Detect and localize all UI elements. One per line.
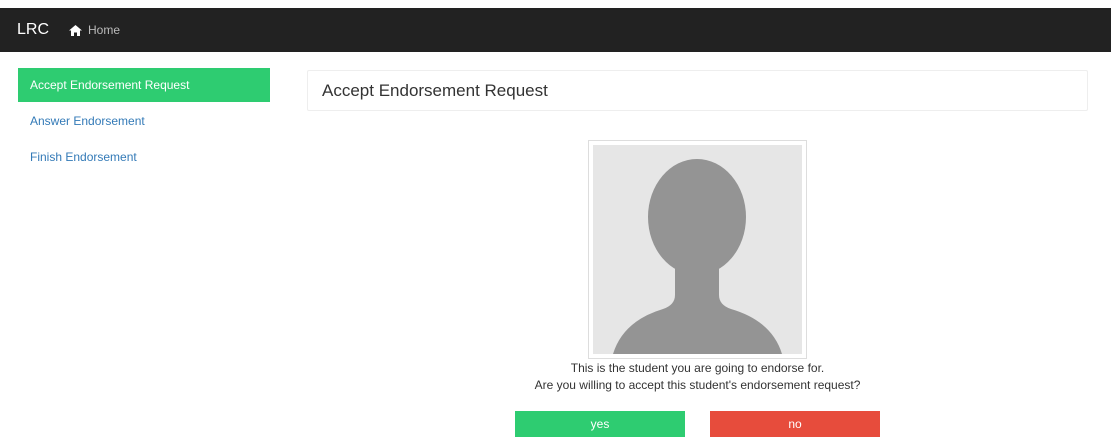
- caption-question: Are you willing to accept this student's…: [534, 378, 861, 392]
- sidebar-item-accept-endorsement-request[interactable]: Accept Endorsement Request: [18, 68, 270, 102]
- sidebar: Accept Endorsement Request Answer Endors…: [18, 68, 270, 176]
- caption-student-info: This is the student you are going to end…: [570, 361, 825, 375]
- top-navbar: LRC Home: [0, 8, 1111, 52]
- home-label: Home: [88, 23, 121, 37]
- student-avatar: [588, 140, 807, 359]
- user-silhouette-icon: [593, 145, 802, 354]
- home-link[interactable]: Home: [69, 23, 120, 37]
- sidebar-item-answer-endorsement[interactable]: Answer Endorsement: [18, 104, 270, 138]
- page-title: Accept Endorsement Request: [307, 70, 1088, 111]
- home-icon: [69, 24, 83, 36]
- yes-button[interactable]: yes: [515, 411, 685, 437]
- no-button[interactable]: no: [710, 411, 880, 437]
- sidebar-item-finish-endorsement[interactable]: Finish Endorsement: [18, 140, 270, 174]
- brand-logo[interactable]: LRC: [17, 21, 49, 39]
